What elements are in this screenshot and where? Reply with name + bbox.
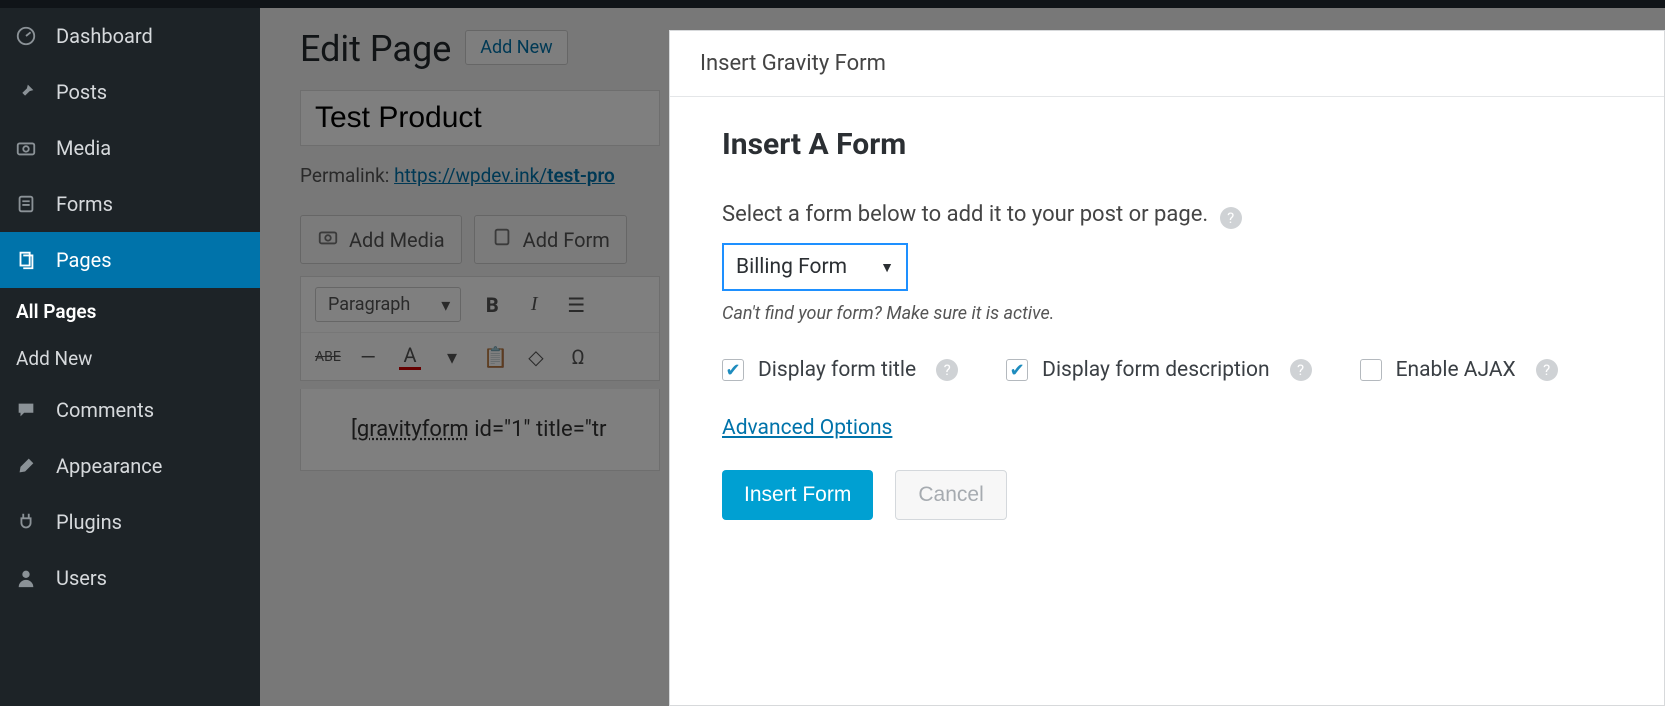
- sidebar-label: Users: [56, 566, 107, 590]
- checkbox-icon: [722, 359, 744, 381]
- admin-sidebar: Dashboard Posts Media Forms Pages All Pa…: [0, 8, 260, 706]
- sidebar-label: Appearance: [56, 454, 162, 478]
- checkbox-icon: [1006, 359, 1028, 381]
- user-icon: [14, 566, 38, 590]
- insert-form-modal: Insert Gravity Form Insert A Form Select…: [669, 30, 1665, 706]
- sidebar-item-appearance[interactable]: Appearance: [0, 438, 260, 494]
- sidebar-item-users[interactable]: Users: [0, 550, 260, 606]
- select-form-label: Select a form below to add it to your po…: [722, 202, 1612, 229]
- plug-icon: [14, 510, 38, 534]
- comment-icon: [14, 398, 38, 422]
- camera-icon: [14, 136, 38, 160]
- sidebar-label: Forms: [56, 192, 113, 216]
- form-hint-text: Can't find your form? Make sure it is ac…: [722, 303, 1612, 324]
- sidebar-item-posts[interactable]: Posts: [0, 64, 260, 120]
- sidebar-sub-add-new[interactable]: Add New: [0, 335, 260, 382]
- display-title-checkbox[interactable]: Display form title ?: [722, 358, 958, 382]
- sidebar-sub-all-pages[interactable]: All Pages: [0, 288, 260, 335]
- sidebar-item-dashboard[interactable]: Dashboard: [0, 8, 260, 64]
- chevron-down-icon: ▼: [880, 259, 894, 276]
- brush-icon: [14, 454, 38, 478]
- sidebar-item-media[interactable]: Media: [0, 120, 260, 176]
- display-description-checkbox[interactable]: Display form description ?: [1006, 358, 1311, 382]
- help-icon[interactable]: ?: [1536, 359, 1558, 381]
- form-icon: [14, 192, 38, 216]
- sidebar-label: Dashboard: [56, 24, 153, 48]
- sidebar-label: Media: [56, 136, 111, 160]
- dashboard-icon: [14, 24, 38, 48]
- cancel-button[interactable]: Cancel: [895, 470, 1006, 520]
- checkbox-icon: [1360, 359, 1382, 381]
- sidebar-item-comments[interactable]: Comments: [0, 382, 260, 438]
- insert-form-button[interactable]: Insert Form: [722, 470, 873, 520]
- sidebar-item-plugins[interactable]: Plugins: [0, 494, 260, 550]
- enable-ajax-checkbox[interactable]: Enable AJAX ?: [1360, 358, 1558, 382]
- sidebar-item-forms[interactable]: Forms: [0, 176, 260, 232]
- help-icon[interactable]: ?: [936, 359, 958, 381]
- sidebar-label: Comments: [56, 398, 154, 422]
- form-select[interactable]: Billing Form ▼: [722, 243, 908, 291]
- sidebar-item-pages[interactable]: Pages: [0, 232, 260, 288]
- sidebar-label: Plugins: [56, 510, 122, 534]
- help-icon[interactable]: ?: [1220, 207, 1242, 229]
- sidebar-label: Pages: [56, 248, 112, 272]
- sidebar-label: Posts: [56, 80, 107, 104]
- modal-header: Insert Gravity Form: [670, 31, 1664, 97]
- modal-title: Insert A Form: [722, 127, 1612, 162]
- help-icon[interactable]: ?: [1290, 359, 1312, 381]
- pages-icon: [14, 248, 38, 272]
- advanced-options-link[interactable]: Advanced Options: [722, 416, 892, 440]
- pin-icon: [14, 80, 38, 104]
